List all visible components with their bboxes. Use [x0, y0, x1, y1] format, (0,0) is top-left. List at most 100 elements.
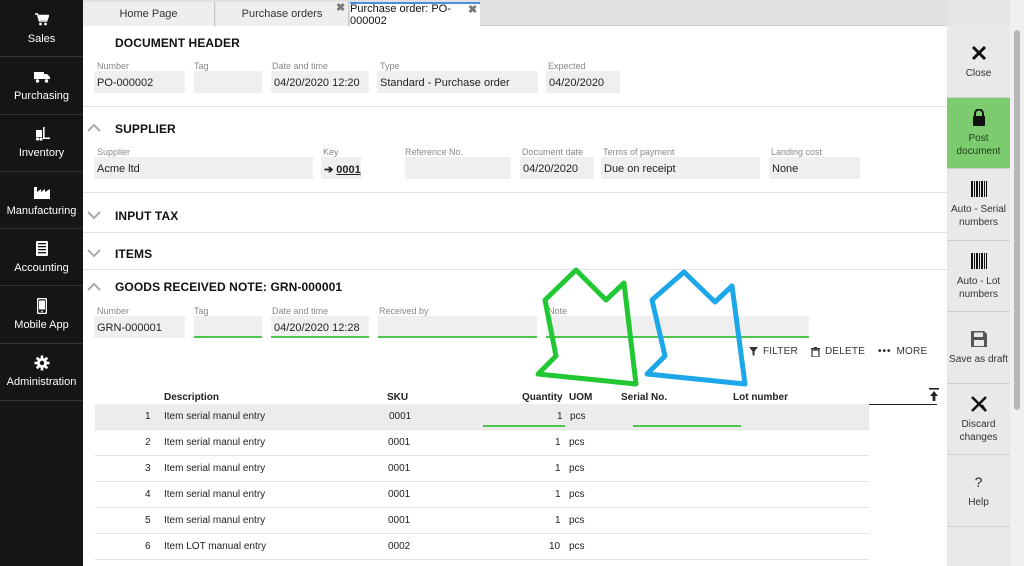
chevron-up-icon[interactable] [87, 282, 101, 292]
serial-no-input[interactable] [633, 425, 741, 427]
field-note[interactable] [546, 316, 809, 338]
row-number: 4 [145, 489, 151, 500]
row-quantity: 1 [555, 437, 561, 448]
row-number: 2 [145, 437, 151, 448]
col-header-sku[interactable]: SKU [387, 392, 408, 403]
nav-item-inventory[interactable]: Inventory [0, 115, 83, 172]
filter-button[interactable]: FILTER [749, 346, 798, 357]
nav-item-accounting[interactable]: Accounting [0, 229, 83, 287]
delete-button[interactable]: DELETE [811, 346, 865, 357]
col-header-quantity[interactable]: Quantity [522, 392, 563, 403]
row-sku: 0001 [388, 463, 411, 474]
tab-orders-label: Purchase orders [241, 8, 323, 20]
row-sku: 0001 [388, 437, 411, 448]
field-received-by[interactable] [378, 316, 537, 338]
field-grn-number[interactable]: GRN-000001 [94, 316, 185, 338]
row-description: Item serial manul entry [164, 411, 266, 422]
chevron-down-icon[interactable] [87, 210, 101, 220]
row-sku: 0001 [388, 515, 411, 526]
close-icon[interactable]: ✖ [336, 1, 345, 14]
barcode-icon [969, 179, 989, 199]
row-uom: pcs [569, 463, 585, 474]
nav-item-purchasing[interactable]: Purchasing [0, 57, 83, 115]
row-quantity[interactable]: 1 [557, 411, 563, 422]
document-main: DOCUMENT HEADER Number PO-000002 Tag Dat… [83, 26, 947, 566]
close-icon[interactable]: ✖ [468, 3, 477, 16]
field-tag[interactable] [194, 71, 262, 93]
table-row[interactable]: 5 Item serial manul entry 0001 1 pcs [95, 508, 869, 534]
nav-item-manufacturing[interactable]: Manufacturing [0, 172, 83, 230]
save-icon [969, 329, 989, 349]
nav-label-sales: Sales [27, 32, 56, 45]
more-button[interactable]: ••• MORE [878, 346, 927, 357]
ellipsis-icon: ••• [878, 346, 892, 357]
page-scrollbar-thumb[interactable] [1014, 30, 1020, 410]
field-grn-date-time[interactable]: 04/20/2020 12:28 [271, 316, 369, 338]
table-row[interactable]: 4 Item serial manul entry 0001 1 pcs [95, 482, 869, 508]
field-reference-no[interactable] [405, 157, 511, 179]
discard-changes-button[interactable]: Discard changes [947, 384, 1010, 455]
row-uom: pcs [569, 541, 585, 552]
field-landing-cost[interactable]: None [769, 157, 860, 179]
help-icon: ? [974, 473, 983, 490]
post-document-button[interactable]: Post document [947, 97, 1010, 169]
tab-bar: Home Page Purchase orders ✖ Purchase ord… [83, 0, 947, 27]
row-number: 1 [145, 411, 151, 422]
chevron-down-icon[interactable] [87, 248, 101, 258]
close-button[interactable]: Close [947, 26, 1010, 98]
chevron-up-icon[interactable] [87, 123, 101, 133]
row-uom: pcs [569, 489, 585, 500]
tab-purchase-order-current[interactable]: Purchase order: PO-000002 ✖ [350, 2, 480, 27]
row-sku: 0001 [388, 489, 411, 500]
field-key[interactable]: ➔ 0001 [321, 157, 361, 179]
table-row[interactable]: 1 Item serial manul entry 0001 1 pcs [95, 404, 869, 430]
field-grn-tag[interactable] [194, 316, 262, 338]
tab-home-page[interactable]: Home Page [83, 2, 215, 26]
delete-label: DELETE [825, 346, 866, 357]
table-row[interactable]: 3 Item serial manul entry 0001 1 pcs [95, 456, 869, 482]
phone-icon [34, 298, 50, 315]
auto-lot-numbers-button[interactable]: Auto - Lot numbers [947, 241, 1010, 312]
filter-icon [749, 347, 758, 356]
section-supplier: SUPPLIER [115, 122, 176, 136]
nav-label-administration: Administration [6, 376, 77, 389]
supplier-key-link[interactable]: 0001 [336, 164, 360, 176]
field-date-time[interactable]: 04/20/2020 12:20 [271, 71, 369, 93]
arrow-right-icon: ➔ [324, 164, 334, 176]
factory-icon [33, 184, 50, 200]
help-button[interactable]: ? Help [947, 455, 1010, 527]
col-header-uom[interactable]: UOM [569, 392, 592, 403]
field-document-date[interactable]: 04/20/2020 [520, 157, 594, 179]
nav-label-mobile-app: Mobile App [14, 319, 69, 332]
nav-label-purchasing: Purchasing [13, 89, 70, 102]
page-scrollbar[interactable] [1010, 0, 1024, 566]
auto-serial-numbers-label: Auto - Serial numbers [950, 204, 1007, 229]
tab-purchase-orders[interactable]: Purchase orders ✖ [216, 2, 349, 26]
field-type[interactable]: Standard - Purchase order [377, 71, 538, 93]
nav-item-sales[interactable]: Sales [0, 0, 83, 58]
nav-item-mobile-app[interactable]: Mobile App [0, 286, 83, 344]
auto-serial-numbers-button[interactable]: Auto - Serial numbers [947, 169, 1010, 241]
left-navigation: Sales Purchasing Inventory Manufacturing… [0, 0, 83, 566]
col-header-lot-number[interactable]: Lot number [733, 392, 788, 403]
auto-lot-numbers-label: Auto - Lot numbers [956, 275, 1001, 300]
row-number: 6 [145, 541, 151, 552]
row-number: 3 [145, 463, 151, 474]
scroll-to-top-icon[interactable] [929, 388, 939, 401]
field-po-number[interactable]: PO-000002 [94, 71, 185, 93]
field-terms-of-payment[interactable]: Due on receipt [601, 157, 760, 179]
cart-icon [34, 12, 50, 28]
field-label-type: Type [380, 61, 400, 71]
save-as-draft-button[interactable]: Save as draft [947, 312, 1010, 384]
table-row[interactable]: 6 Item LOT manual entry 0002 10 pcs [95, 534, 869, 560]
field-expected[interactable]: 04/20/2020 [546, 71, 620, 93]
trash-icon [811, 346, 820, 357]
field-label-tag: Tag [194, 61, 209, 71]
nav-item-administration[interactable]: Administration [0, 344, 83, 402]
table-row[interactable]: 2 Item serial manul entry 0001 1 pcs [95, 430, 869, 456]
col-header-serial-no[interactable]: Serial No. [621, 392, 667, 403]
field-supplier[interactable]: Acme ltd [94, 157, 313, 179]
field-label-grn-tag: Tag [194, 306, 209, 316]
col-header-description[interactable]: Description [164, 392, 219, 403]
quantity-input-underline[interactable] [483, 425, 565, 427]
